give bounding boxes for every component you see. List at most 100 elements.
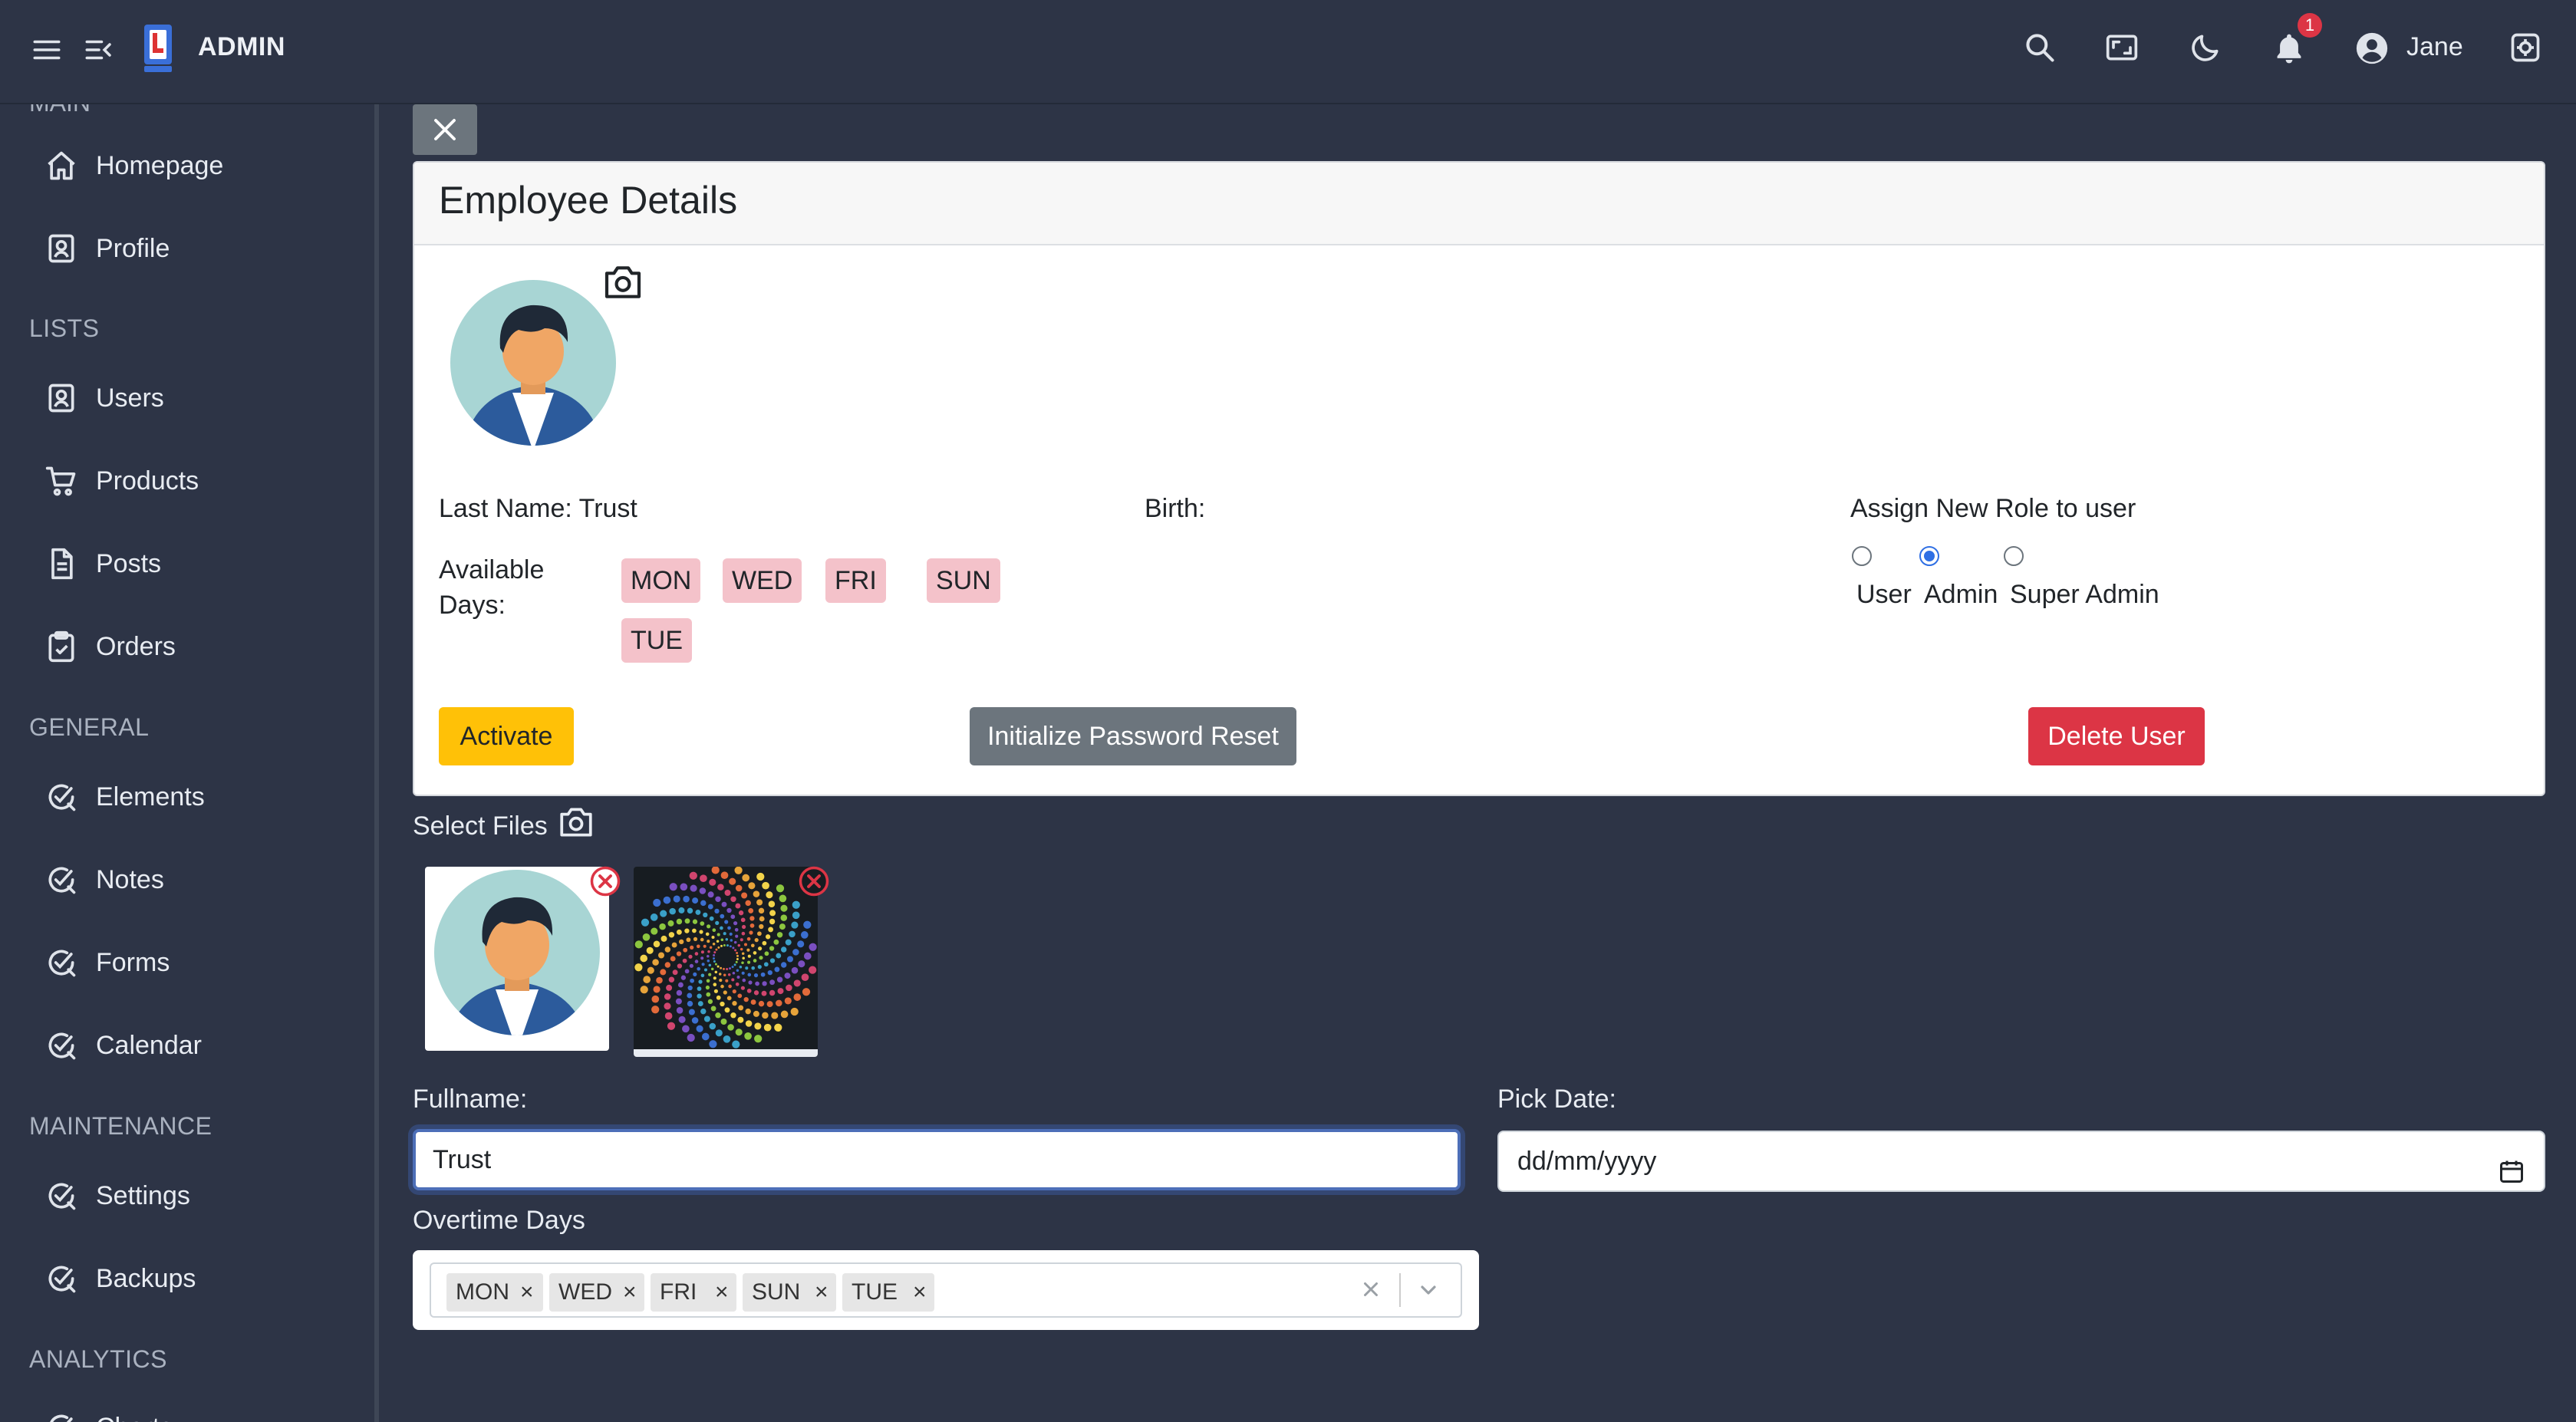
employee-details-card: Employee Details Last Name: Trust Birth:…	[413, 161, 2545, 796]
spiral-dot	[720, 984, 724, 989]
camera-icon[interactable]	[601, 264, 644, 304]
user-name[interactable]: Jane	[2406, 32, 2463, 62]
spiral-dot	[672, 969, 678, 976]
spiral-dot	[664, 1012, 673, 1020]
sidebar-item-homepage[interactable]: Homepage	[0, 131, 374, 200]
role-radio-admin[interactable]	[1919, 546, 1939, 566]
overtime-days-select[interactable]: MON × WED × FRI × SUN × TUE ×	[413, 1250, 1479, 1330]
spiral-dot	[777, 988, 784, 995]
sidebar-item-charts[interactable]: Charts	[0, 1393, 374, 1422]
spiral-dot	[791, 966, 799, 974]
activate-button[interactable]: Activate	[439, 707, 574, 765]
spiral-dot	[774, 966, 780, 973]
sidebar-item-label: Calendar	[96, 1031, 202, 1060]
spiral-dot	[730, 939, 733, 942]
file-thumbnail[interactable]	[425, 867, 609, 1051]
remove-file-icon[interactable]	[798, 865, 830, 897]
spiral-dot	[664, 993, 671, 1000]
sidebar-item-settings[interactable]: Settings	[0, 1161, 374, 1230]
spiral-dot	[753, 990, 759, 996]
spiral-dot	[713, 989, 718, 993]
close-button[interactable]	[413, 104, 477, 155]
chip-label: MON	[456, 1279, 509, 1305]
date-input[interactable]: dd/mm/yyyy	[1497, 1131, 2545, 1192]
password-reset-button[interactable]: Initialize Password Reset	[970, 707, 1296, 765]
spiral-dot	[736, 969, 740, 973]
select-files-label: Select Files	[413, 811, 548, 841]
remove-file-icon[interactable]	[589, 865, 621, 897]
spiral-dot	[774, 1023, 782, 1032]
spiral-dot	[738, 910, 744, 916]
chip-remove-icon[interactable]: ×	[623, 1273, 637, 1312]
file-thumbnail-spiral[interactable]	[634, 867, 818, 1057]
spiral-dot	[735, 934, 739, 938]
role-radio-super-admin[interactable]	[2004, 546, 2024, 566]
home-icon	[44, 149, 78, 183]
search-icon[interactable]	[2023, 31, 2057, 64]
sidebar-item-posts[interactable]: Posts	[0, 529, 374, 598]
calendar-icon[interactable]	[2498, 1147, 2525, 1206]
delete-user-button[interactable]: Delete User	[2028, 707, 2205, 765]
spiral-dot	[787, 956, 793, 963]
sidebar-item-profile[interactable]: Profile	[0, 214, 374, 283]
spiral-dot	[757, 931, 762, 936]
available-days-label: Available	[439, 555, 545, 584]
spiral-dot	[742, 924, 746, 930]
camera-icon[interactable]	[557, 805, 595, 843]
role-radio-user[interactable]	[1852, 546, 1872, 566]
spiral-dot	[698, 979, 703, 984]
sidebar-item-products[interactable]: Products	[0, 446, 374, 515]
spiral-dot	[726, 996, 732, 1001]
sidebar-item-label: Products	[96, 466, 199, 495]
sidebar-item-forms[interactable]: Forms	[0, 928, 374, 997]
chip-remove-icon[interactable]: ×	[913, 1273, 927, 1312]
spiral-dot	[658, 952, 664, 959]
spiral-dot	[716, 940, 720, 943]
menu-icon[interactable]	[31, 34, 63, 66]
spiral-dot	[707, 959, 710, 963]
bell-icon[interactable]	[2272, 31, 2306, 66]
spiral-dot	[675, 998, 682, 1005]
sidebar-section-general: GENERAL	[29, 713, 150, 741]
sidebar-item-calendar[interactable]: Calendar	[0, 1011, 374, 1080]
spiral-dot	[732, 971, 736, 975]
sidebar-item-notes[interactable]: Notes	[0, 845, 374, 914]
overtime-days-control[interactable]: MON × WED × FRI × SUN × TUE ×	[430, 1262, 1462, 1318]
sidebar-item-backups[interactable]: Backups	[0, 1244, 374, 1313]
sidebar-item-users[interactable]: Users	[0, 364, 374, 433]
fullscreen-icon[interactable]	[2104, 31, 2140, 64]
spiral-dot	[715, 1029, 723, 1037]
chip-remove-icon[interactable]: ×	[520, 1273, 534, 1312]
settings-icon[interactable]	[2508, 31, 2542, 64]
spiral-dot	[709, 916, 714, 921]
collapse-menu-icon[interactable]	[83, 34, 115, 66]
spiral-dot	[712, 942, 716, 946]
spiral-dot	[720, 913, 725, 919]
spiral-dot	[720, 966, 723, 969]
chip-label: FRI	[660, 1279, 697, 1305]
sidebar-item-orders[interactable]: Orders	[0, 612, 374, 681]
spiral-dot	[802, 988, 811, 996]
sidebar-item-elements[interactable]: Elements	[0, 762, 374, 831]
chip-remove-icon[interactable]: ×	[815, 1273, 828, 1312]
dark-mode-icon[interactable]	[2189, 31, 2222, 64]
clear-selection-icon[interactable]	[1359, 1278, 1382, 1305]
spiral-dot	[676, 918, 683, 925]
spiral-dot	[682, 958, 687, 963]
spiral-dot	[700, 950, 704, 954]
spiral-dot	[741, 892, 748, 899]
spiral-dot	[764, 951, 769, 956]
spiral-dot	[709, 878, 716, 886]
spiral-dot	[733, 963, 736, 966]
chip-remove-icon[interactable]: ×	[715, 1273, 729, 1312]
chevron-down-icon[interactable]	[1416, 1278, 1441, 1306]
sidebar-item-label: Homepage	[96, 151, 224, 180]
user-circle-icon[interactable]	[2354, 31, 2390, 66]
brand-title[interactable]: ADMIN	[198, 32, 285, 62]
spiral-dot	[703, 944, 707, 948]
fullname-input[interactable]: Trust	[413, 1129, 1461, 1190]
logo-icon[interactable]	[143, 23, 173, 74]
spiral-dot	[707, 950, 710, 953]
spiral-dot	[809, 943, 817, 951]
spiral-dot	[724, 920, 729, 924]
